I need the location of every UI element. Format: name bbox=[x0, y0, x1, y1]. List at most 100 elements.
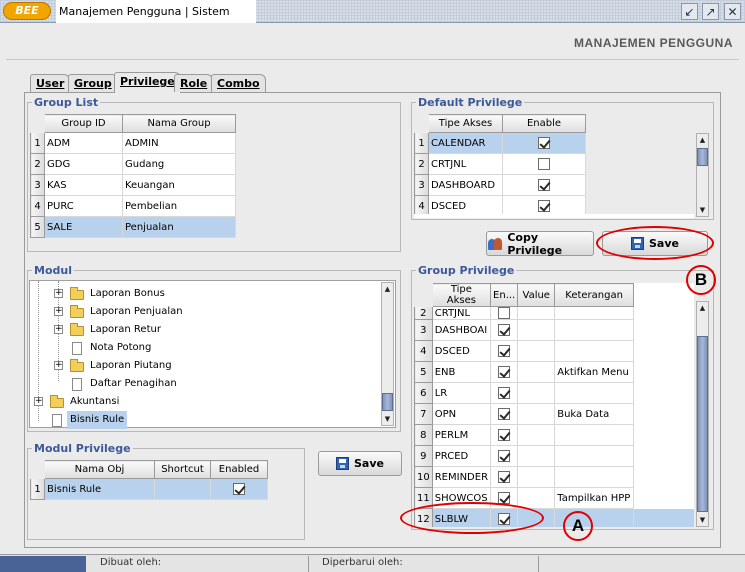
scroll-up-icon[interactable]: ▲ bbox=[697, 134, 708, 146]
column-header[interactable]: Group ID bbox=[44, 114, 123, 133]
scroll-thumb[interactable] bbox=[697, 336, 708, 512]
column-header[interactable]: Shortcut bbox=[154, 460, 211, 479]
cell[interactable] bbox=[554, 340, 634, 362]
cell[interactable]: ENB bbox=[431, 361, 492, 383]
scroll-up-icon[interactable]: ▲ bbox=[697, 302, 708, 314]
expand-icon[interactable]: + bbox=[54, 361, 63, 370]
enable-checkbox[interactable] bbox=[498, 324, 511, 336]
table-row[interactable]: 3 DASHBOAI bbox=[414, 319, 634, 341]
tab-privilege[interactable]: Privilege bbox=[114, 72, 181, 93]
restore-icon[interactable]: ↙ bbox=[681, 3, 698, 20]
cell[interactable] bbox=[517, 466, 556, 488]
scroll-up-icon[interactable]: ▲ bbox=[382, 283, 393, 295]
cell[interactable] bbox=[517, 340, 556, 362]
enable-checkbox[interactable] bbox=[538, 179, 550, 191]
enable-checkbox[interactable] bbox=[498, 408, 511, 420]
table-row[interactable]: 1 CALENDAR bbox=[414, 132, 586, 154]
column-header[interactable]: Tipe Akses bbox=[431, 283, 492, 307]
cell[interactable]: SALE bbox=[44, 216, 123, 238]
cell[interactable] bbox=[517, 382, 556, 404]
cell[interactable] bbox=[154, 478, 211, 500]
cell[interactable]: Gudang bbox=[122, 153, 236, 175]
enable-checkbox[interactable] bbox=[498, 429, 511, 441]
cell[interactable] bbox=[554, 466, 634, 488]
cell[interactable] bbox=[517, 403, 556, 425]
cell[interactable] bbox=[554, 445, 634, 467]
expand-icon[interactable]: + bbox=[34, 397, 43, 406]
tree-item[interactable]: + Akuntansi bbox=[32, 393, 332, 411]
table-row[interactable]: 1 Bisnis Rule bbox=[30, 478, 268, 500]
table-row[interactable]: 2 CRTJNL bbox=[414, 153, 586, 175]
cell[interactable]: Penjualan bbox=[122, 216, 236, 238]
tree-item[interactable]: + Laporan Piutang bbox=[52, 357, 352, 375]
copy-privilege-button[interactable]: Copy Privilege bbox=[486, 231, 594, 257]
table-row[interactable]: 4 PURC Pembelian bbox=[30, 195, 236, 217]
enable-checkbox[interactable] bbox=[538, 200, 550, 212]
table-row[interactable]: 5 SALE Penjualan bbox=[30, 216, 236, 238]
cell[interactable]: REMINDER bbox=[431, 466, 492, 488]
table-row[interactable]: 6 LR bbox=[414, 382, 634, 404]
tree-item[interactable]: + Laporan Penjualan bbox=[52, 303, 352, 321]
enable-checkbox[interactable] bbox=[538, 137, 550, 149]
cell[interactable] bbox=[517, 319, 556, 341]
table-row[interactable]: 1 ADM ADMIN bbox=[30, 132, 236, 154]
cell[interactable] bbox=[517, 306, 556, 320]
cell[interactable]: CALENDAR bbox=[428, 132, 503, 154]
modul-tree-scrollbar[interactable]: ▲ ▼ bbox=[381, 282, 394, 426]
expand-icon[interactable]: + bbox=[54, 289, 63, 298]
column-header[interactable]: Enabled bbox=[210, 460, 268, 479]
column-header[interactable]: Tipe Akses bbox=[428, 114, 503, 133]
column-header[interactable]: Enable bbox=[502, 114, 586, 133]
table-row[interactable]: 9 PRCED bbox=[414, 445, 634, 467]
cell[interactable]: Buka Data bbox=[554, 403, 634, 425]
cell[interactable]: Bisnis Rule bbox=[44, 478, 155, 500]
cell[interactable]: Tampilkan HPP bbox=[554, 487, 634, 509]
cell[interactable]: DASHBOAI bbox=[431, 319, 492, 341]
scroll-down-icon[interactable]: ▼ bbox=[697, 514, 708, 526]
cell[interactable] bbox=[517, 445, 556, 467]
enable-checkbox[interactable] bbox=[498, 471, 511, 483]
column-header[interactable]: Value bbox=[517, 283, 556, 307]
tab-user[interactable]: User bbox=[30, 74, 71, 92]
table-row[interactable]: 4 DSCED bbox=[414, 340, 634, 362]
table-row[interactable]: 3 KAS Keuangan bbox=[30, 174, 236, 196]
column-header[interactable]: En... bbox=[490, 283, 519, 307]
scroll-thumb[interactable] bbox=[697, 148, 708, 166]
close-icon[interactable]: ✕ bbox=[724, 3, 741, 20]
table-row[interactable]: 3 DASHBOARD bbox=[414, 174, 586, 196]
cell[interactable]: ADM bbox=[44, 132, 123, 154]
cell[interactable]: LR bbox=[431, 382, 492, 404]
cell[interactable]: PERLM bbox=[431, 424, 492, 446]
cell[interactable]: DASHBOARD bbox=[428, 174, 503, 196]
tab-combo[interactable]: Combo bbox=[211, 74, 266, 92]
expand-icon[interactable]: + bbox=[54, 325, 63, 334]
enable-checkbox[interactable] bbox=[498, 450, 511, 462]
cell[interactable]: OPN bbox=[431, 403, 492, 425]
cell[interactable] bbox=[554, 319, 634, 341]
enabled-checkbox[interactable] bbox=[233, 483, 245, 495]
cell[interactable]: CRTJNL bbox=[428, 153, 503, 175]
tree-item[interactable]: Nota Potong bbox=[52, 339, 352, 357]
column-header[interactable]: Keterangan bbox=[554, 283, 634, 307]
cell[interactable]: DSCED bbox=[431, 340, 492, 362]
enable-checkbox[interactable] bbox=[498, 307, 511, 319]
tab-role[interactable]: Role bbox=[174, 74, 214, 92]
cell[interactable]: ADMIN bbox=[122, 132, 236, 154]
table-row[interactable]: 2 CRTJNL bbox=[414, 306, 634, 320]
default-privilege-scrollbar[interactable]: ▲ ▼ bbox=[696, 133, 709, 217]
tab-group[interactable]: Group bbox=[68, 74, 118, 92]
cell[interactable] bbox=[554, 306, 634, 320]
tree-item[interactable]: Daftar Penagihan bbox=[52, 375, 352, 393]
group-privilege-scrollbar[interactable]: ▲ ▼ bbox=[696, 301, 709, 527]
enable-checkbox[interactable] bbox=[538, 158, 550, 170]
cell[interactable] bbox=[517, 424, 556, 446]
cell[interactable]: Pembelian bbox=[122, 195, 236, 217]
expand-icon[interactable]: + bbox=[54, 307, 63, 316]
cell[interactable] bbox=[517, 487, 556, 509]
cell[interactable]: PRCED bbox=[431, 445, 492, 467]
column-header[interactable]: Nama Group bbox=[122, 114, 236, 133]
cell[interactable] bbox=[554, 424, 634, 446]
maximize-icon[interactable]: ↗ bbox=[702, 3, 719, 20]
enable-checkbox[interactable] bbox=[498, 387, 511, 399]
tree-item[interactable]: + Laporan Bonus bbox=[52, 285, 352, 303]
